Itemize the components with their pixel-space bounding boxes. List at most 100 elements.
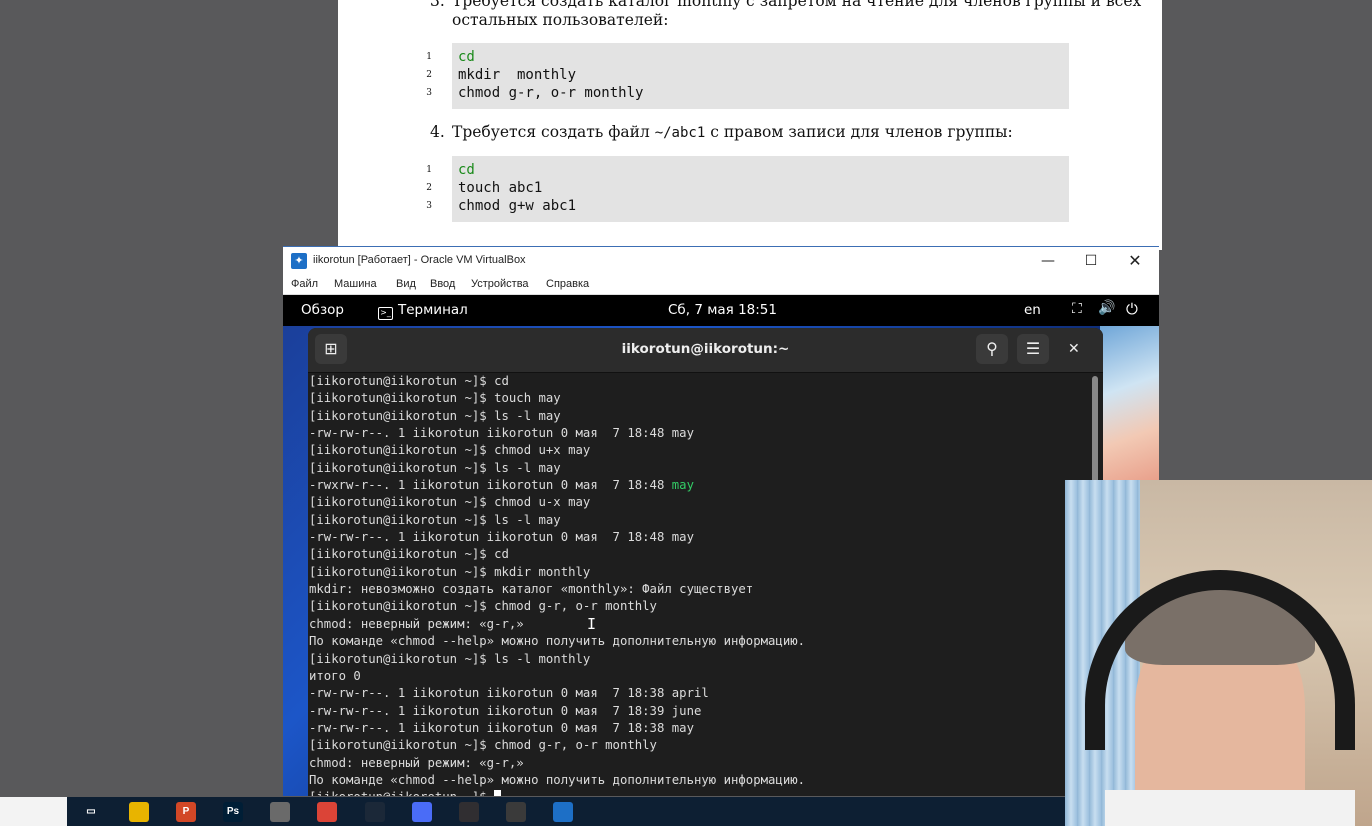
chrome-icon[interactable] [317, 802, 337, 822]
activities-button[interactable]: Обзор [301, 302, 344, 318]
terminal-line: -rw-rw-r--. 1 iikorotun iikorotun 0 мая … [309, 703, 1091, 720]
terminal-line: chmod: неверный режим: «g-r,» [309, 616, 1091, 633]
terminal-line: [iikorotun@iikorotun ~]$ ls -l may [309, 408, 1091, 425]
app-10-icon[interactable] [506, 802, 526, 822]
terminal-line-text: mkdir: невозможно создать каталог «month… [309, 582, 754, 597]
terminal-line-text: [iikorotun@iikorotun ~]$ touch may [309, 391, 561, 406]
desktop-wallpaper-edge [1100, 326, 1159, 480]
terminal-line-text: По команде «chmod --help» можно получить… [309, 772, 806, 787]
terminal-line: По команде «chmod --help» можно получить… [309, 772, 1091, 789]
terminal-line-text: [iikorotun@iikorotun ~]$ ls -l may [309, 460, 561, 475]
volume-icon[interactable]: 🔊 [1098, 300, 1115, 316]
terminal-line-text: По команде «chmod --help» можно получить… [309, 634, 806, 649]
file-explorer-icon[interactable] [129, 802, 149, 822]
code-line: 1 cd [426, 161, 1069, 179]
window-title: iikorotun [Работает] - Oracle VM Virtual… [313, 254, 526, 266]
terminal-line: -rw-rw-r--. 1 iikorotun iikorotun 0 мая … [309, 425, 1091, 442]
terminal-line: mkdir: невозможно создать каталог «month… [309, 581, 1091, 598]
taskbar-search-area[interactable] [0, 797, 67, 826]
photoshop-icon[interactable]: Ps [223, 802, 243, 822]
terminal-header[interactable]: ⊞ iikorotun@iikorotun:~ ⚲ ☰ ✕ [308, 328, 1103, 373]
code-text: cd [458, 162, 475, 178]
code-block-monthly: 1 cd 2 mkdir monthly 3 chmod g-r, o-r monthly [426, 43, 1069, 109]
terminal-line: -rw-rw-r--. 1 iikorotun iikorotun 0 мая … [309, 720, 1091, 737]
line-number: 2 [426, 70, 432, 80]
line-number: 1 [426, 52, 432, 62]
terminal-line: По команде «chmod --help» можно получить… [309, 633, 1091, 650]
terminal-line-text: [iikorotun@iikorotun ~]$ [309, 790, 494, 796]
menu-file[interactable]: Файл [291, 278, 318, 290]
terminal-line-text: [iikorotun@iikorotun ~]$ mkdir monthly [309, 564, 591, 579]
step-3-text: 3. Требуется создать каталог monthly с за… [430, 0, 1142, 10]
menu-view[interactable]: Вид [396, 278, 416, 290]
virtualbox-icon[interactable] [553, 802, 573, 822]
terminal-line-text: -rw-rw-r--. 1 iikorotun iikorotun 0 мая … [309, 686, 709, 701]
app-5-icon[interactable] [270, 802, 290, 822]
virtualbox-titlebar[interactable]: ✦ iikorotun [Работает] - Oracle VM Virtu… [283, 246, 1159, 275]
keyboard-layout[interactable]: en [1024, 302, 1041, 318]
terminal-line: [iikorotun@iikorotun ~]$ ls -l may [309, 460, 1091, 477]
steam-icon[interactable] [365, 802, 385, 822]
pdf-document-page: 3. Требуется создать каталог monthly с за… [338, 0, 1162, 250]
app-menu-terminal[interactable]: >_ Терминал [378, 302, 468, 320]
clock[interactable]: Сб, 7 мая 18:51 [668, 302, 777, 318]
terminal-line-text: [iikorotun@iikorotun ~]$ ls -l may [309, 512, 561, 527]
powerpoint-icon[interactable]: P [176, 802, 196, 822]
code-line: 2 touch abc1 [426, 179, 1069, 197]
power-icon[interactable]: ⏻ [1126, 300, 1138, 318]
step-3-text-cont: остальных пользователей: [452, 11, 669, 29]
obs-icon[interactable] [459, 802, 479, 822]
close-window-icon[interactable]: ✕ [1121, 251, 1149, 271]
virtualbox-menubar: Файл Машина Вид Ввод Устройства Справка [283, 275, 1159, 295]
menu-devices[interactable]: Устройства [471, 278, 529, 290]
terminal-line: [iikorotun@iikorotun ~]$ chmod g-r, o-r … [309, 598, 1091, 615]
maximize-icon[interactable]: ☐ [1077, 251, 1105, 271]
webcam-overlay [1065, 480, 1372, 826]
code-block-abc1: 1 cd 2 touch abc1 3 chmod g+w abc1 [426, 156, 1069, 222]
terminal-line-text: -rw-rw-r--. 1 iikorotun iikorotun 0 мая … [309, 530, 694, 545]
terminal-line: [iikorotun@iikorotun ~]$ ls -l may [309, 512, 1091, 529]
close-icon[interactable]: ✕ [1068, 341, 1080, 357]
terminal-line: -rw-rw-r--. 1 iikorotun iikorotun 0 мая … [309, 685, 1091, 702]
code-text: touch abc1 [458, 180, 543, 196]
webcam-person-shirt [1105, 790, 1355, 826]
task-view-icon[interactable]: ▭ [81, 802, 101, 822]
terminal-line: [iikorotun@iikorotun ~]$ mkdir monthly [309, 564, 1091, 581]
terminal-cursor [494, 790, 502, 796]
minimize-icon[interactable]: — [1034, 251, 1062, 271]
terminal-line-text: [iikorotun@iikorotun ~]$ cd [309, 374, 509, 388]
chrome-alt-icon[interactable] [412, 802, 432, 822]
code-text: chmod g+w abc1 [458, 198, 577, 214]
code-line: 3 chmod g-r, o-r monthly [426, 84, 1069, 102]
terminal-line: [iikorotun@iikorotun ~]$ cd [309, 373, 1091, 390]
terminal-line: итого 0 [309, 668, 1091, 685]
terminal-app-icon: >_ [378, 307, 393, 320]
terminal-line-text: [iikorotun@iikorotun ~]$ chmod g-r, o-r … [309, 738, 657, 753]
terminal-line-text: chmod: неверный режим: «g-r,» [309, 616, 524, 631]
terminal-line: [iikorotun@iikorotun ~]$ touch may [309, 390, 1091, 407]
terminal-line-text: -rw-rw-r--. 1 iikorotun iikorotun 0 мая … [309, 703, 702, 718]
terminal-line: -rwxrw-r--. 1 iikorotun iikorotun 0 мая … [309, 477, 1091, 494]
terminal-line-text: итого 0 [309, 668, 361, 683]
terminal-line-text: [iikorotun@iikorotun ~]$ ls -l monthly [309, 651, 591, 666]
terminal-line-text: -rwxrw-r--. 1 iikorotun iikorotun 0 мая … [309, 478, 672, 493]
gnome-top-bar: Обзор >_ Терминал Сб, 7 мая 18:51 en ⛶ 🔊 … [283, 295, 1159, 326]
search-icon[interactable]: ⚲ [976, 334, 1008, 364]
terminal-line-text: -rw-rw-r--. 1 iikorotun iikorotun 0 мая … [309, 720, 694, 735]
terminal-line-text: [iikorotun@iikorotun ~]$ ls -l may [309, 408, 561, 423]
terminal-line-text: -rw-rw-r--. 1 iikorotun iikorotun 0 мая … [309, 426, 694, 441]
network-icon[interactable]: ⛶ [1072, 301, 1082, 317]
line-number: 2 [426, 183, 432, 193]
terminal-line: [iikorotun@iikorotun ~]$ chmod u+x may [309, 442, 1091, 459]
menu-machine[interactable]: Машина [334, 278, 377, 290]
menu-help[interactable]: Справка [546, 278, 589, 290]
terminal-line-text: [iikorotun@iikorotun ~]$ cd [309, 547, 509, 562]
executable-file-name: may [671, 478, 694, 493]
code-line: 1 cd [426, 48, 1069, 66]
line-number: 1 [426, 165, 432, 175]
terminal-output[interactable]: [iikorotun@iikorotun ~]$ cd [iikorotun@ii… [309, 373, 1091, 796]
terminal-line: [iikorotun@iikorotun ~]$ ls -l monthly [309, 651, 1091, 668]
windows-taskbar: ▭ P Ps [67, 797, 1067, 826]
menu-input[interactable]: Ввод [430, 278, 455, 290]
hamburger-menu-icon[interactable]: ☰ [1017, 334, 1049, 364]
